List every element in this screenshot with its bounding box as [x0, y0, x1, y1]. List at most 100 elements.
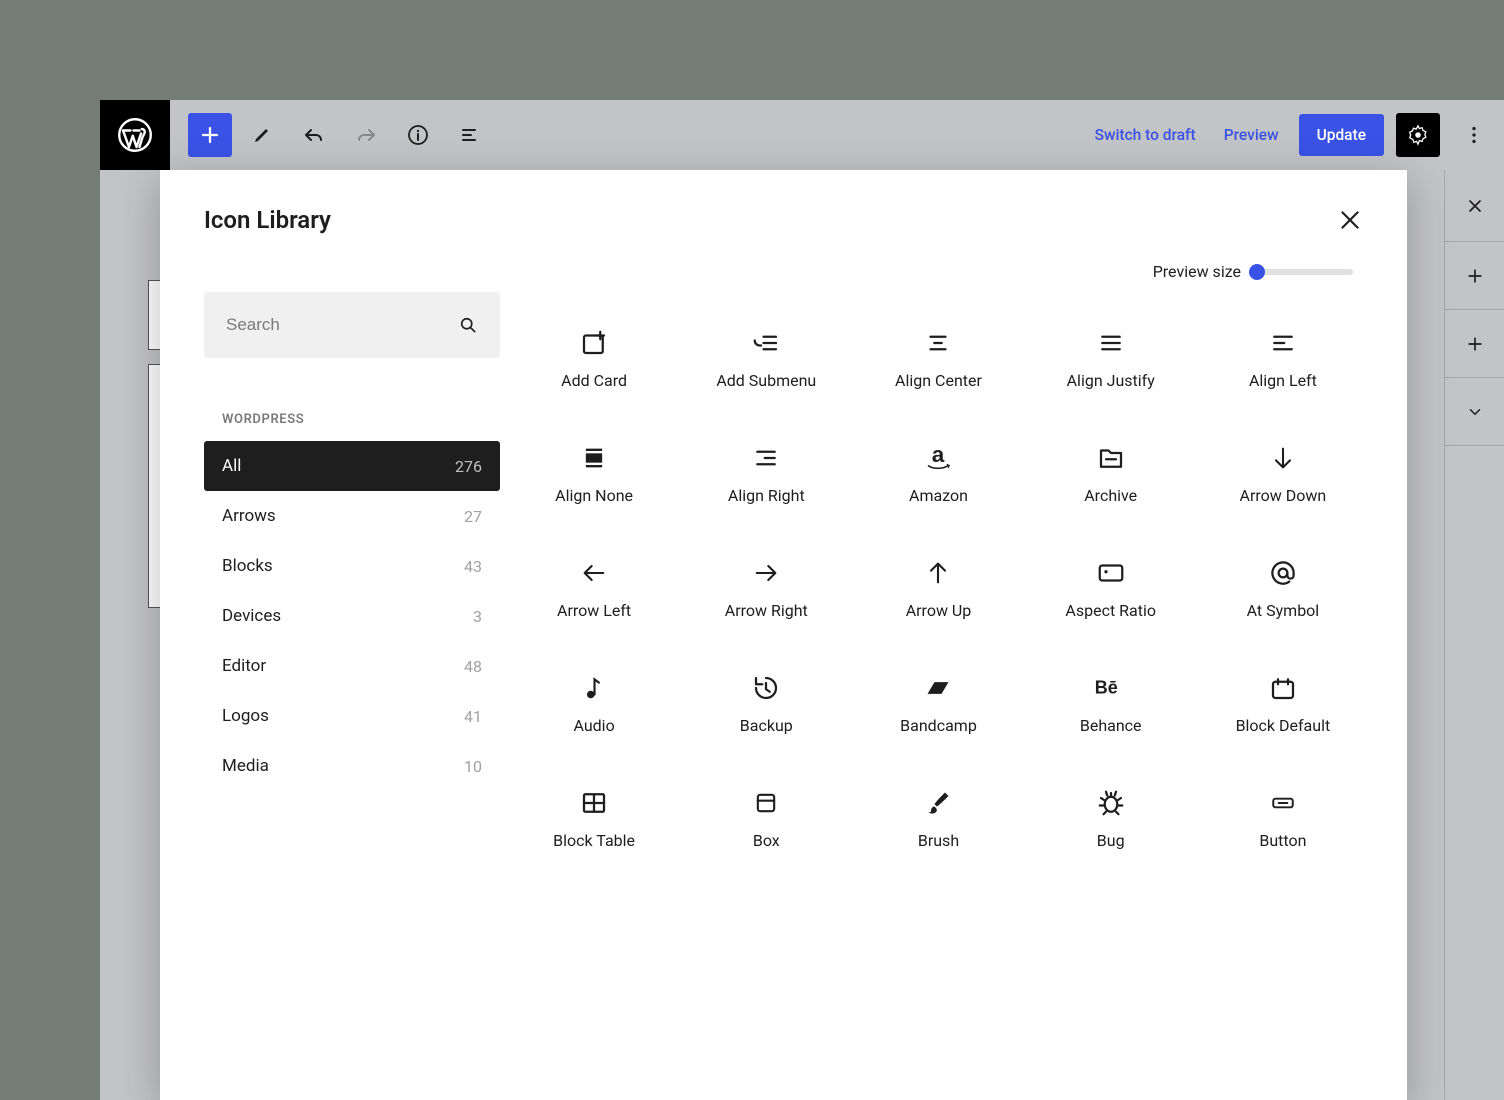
settings-sidebar — [1444, 170, 1504, 1100]
icon-tile-align-center[interactable]: Align Center — [864, 315, 1012, 390]
outline-button[interactable] — [448, 113, 492, 157]
sidebar-collapse-row[interactable] — [1445, 378, 1504, 446]
icon-library-modal: Icon Library WORDPRESS All276Arrows27Blo… — [160, 170, 1407, 1100]
category-label: Media — [222, 756, 269, 776]
category-label: Blocks — [222, 556, 273, 576]
icon-tile-arrow-up[interactable]: Arrow Up — [864, 545, 1012, 620]
icon-tile-arrow-down[interactable]: Arrow Down — [1209, 430, 1357, 505]
arrow-down-icon — [1269, 430, 1297, 486]
category-item-logos[interactable]: Logos41 — [204, 691, 500, 741]
icon-tile-block-table[interactable]: Block Table — [520, 775, 668, 850]
icon-label: Add Submenu — [716, 371, 816, 390]
icon-label: Backup — [740, 716, 793, 735]
icon-label: Aspect Ratio — [1065, 601, 1156, 620]
icon-tile-archive[interactable]: Archive — [1037, 430, 1185, 505]
close-button[interactable] — [1337, 207, 1363, 233]
icon-tile-box[interactable]: Box — [692, 775, 840, 850]
svg-text:Bē: Bē — [1094, 677, 1117, 697]
bandcamp-icon — [922, 660, 954, 716]
switch-to-draft-button[interactable]: Switch to draft — [1087, 116, 1204, 154]
icon-label: Button — [1259, 831, 1306, 850]
icon-label: Add Card — [561, 371, 627, 390]
category-label: Logos — [222, 706, 269, 726]
icon-label: Box — [753, 831, 780, 850]
category-item-all[interactable]: All276 — [204, 441, 500, 491]
aspect-ratio-icon — [1096, 545, 1126, 601]
add-card-icon — [579, 315, 609, 371]
align-none-icon — [580, 430, 608, 486]
amazon-icon: a — [921, 430, 955, 486]
icon-label: Block Table — [553, 831, 635, 850]
category-sidebar: WORDPRESS All276Arrows27Blocks43Devices3… — [160, 248, 460, 1100]
icon-tile-arrow-right[interactable]: Arrow Right — [692, 545, 840, 620]
icon-tile-button[interactable]: Button — [1209, 775, 1357, 850]
category-item-arrows[interactable]: Arrows27 — [204, 491, 500, 541]
icon-label: At Symbol — [1247, 601, 1320, 620]
icon-label: Behance — [1080, 716, 1142, 735]
edit-tool-button[interactable] — [240, 113, 284, 157]
sidebar-add-row[interactable] — [1445, 242, 1504, 310]
icon-tile-backup[interactable]: Backup — [692, 660, 840, 735]
undo-button[interactable] — [292, 113, 336, 157]
icon-tile-amazon[interactable]: aAmazon — [864, 430, 1012, 505]
more-button[interactable] — [1452, 113, 1496, 157]
arrow-left-icon — [580, 545, 608, 601]
category-item-media[interactable]: Media10 — [204, 741, 500, 791]
slider-thumb[interactable] — [1249, 264, 1265, 280]
add-block-button[interactable] — [188, 113, 232, 157]
button-icon — [1268, 775, 1298, 831]
icon-grid-area: Preview size Add Card Add Submenu Align Ce… — [460, 248, 1407, 1100]
icon-tile-at-symbol[interactable]: At Symbol — [1209, 545, 1357, 620]
category-item-devices[interactable]: Devices3 — [204, 591, 500, 641]
wordpress-logo[interactable] — [100, 100, 170, 170]
icon-tile-arrow-left[interactable]: Arrow Left — [520, 545, 668, 620]
redo-button[interactable] — [344, 113, 388, 157]
settings-button[interactable] — [1396, 113, 1440, 157]
icon-label: Audio — [573, 716, 614, 735]
icon-tile-add-card[interactable]: Add Card — [520, 315, 668, 390]
at-symbol-icon — [1268, 545, 1298, 601]
sidebar-close-button[interactable] — [1445, 170, 1504, 242]
behance-icon: Bē — [1093, 660, 1129, 716]
category-item-editor[interactable]: Editor48 — [204, 641, 500, 691]
icon-label: Align Right — [728, 486, 805, 505]
align-left-icon — [1268, 315, 1298, 371]
icon-label: Amazon — [909, 486, 968, 505]
icon-label: Bug — [1097, 831, 1125, 850]
preview-button[interactable]: Preview — [1216, 116, 1287, 154]
icon-tile-bandcamp[interactable]: Bandcamp — [864, 660, 1012, 735]
align-center-icon — [923, 315, 953, 371]
modal-title: Icon Library — [204, 206, 331, 234]
icon-label: Archive — [1084, 486, 1137, 505]
icon-tile-align-right[interactable]: Align Right — [692, 430, 840, 505]
icon-tile-align-justify[interactable]: Align Justify — [1037, 315, 1185, 390]
icon-label: Align Justify — [1067, 371, 1155, 390]
search-box[interactable] — [204, 292, 500, 358]
icon-label: Align None — [555, 486, 633, 505]
category-label: Editor — [222, 656, 266, 676]
arrow-right-icon — [752, 545, 780, 601]
search-input[interactable] — [226, 315, 458, 335]
icon-tile-behance[interactable]: Bē Behance — [1037, 660, 1185, 735]
archive-icon — [1096, 430, 1126, 486]
category-label: Devices — [222, 606, 281, 626]
align-justify-icon — [1096, 315, 1126, 371]
category-item-blocks[interactable]: Blocks43 — [204, 541, 500, 591]
add-submenu-icon — [751, 315, 781, 371]
icon-tile-bug[interactable]: Bug — [1037, 775, 1185, 850]
sidebar-add-row[interactable] — [1445, 310, 1504, 378]
align-right-icon — [751, 430, 781, 486]
block-table-icon — [579, 775, 609, 831]
preview-size-label: Preview size — [1153, 262, 1241, 281]
info-button[interactable] — [396, 113, 440, 157]
update-button[interactable]: Update — [1299, 114, 1384, 156]
preview-size-slider[interactable] — [1255, 269, 1353, 275]
icon-label: Arrow Up — [906, 601, 972, 620]
icon-tile-audio[interactable]: Audio — [520, 660, 668, 735]
icon-tile-add-submenu[interactable]: Add Submenu — [692, 315, 840, 390]
icon-tile-brush[interactable]: Brush — [864, 775, 1012, 850]
icon-tile-aspect-ratio[interactable]: Aspect Ratio — [1037, 545, 1185, 620]
icon-tile-align-none[interactable]: Align None — [520, 430, 668, 505]
icon-tile-block-default[interactable]: Block Default — [1209, 660, 1357, 735]
icon-tile-align-left[interactable]: Align Left — [1209, 315, 1357, 390]
